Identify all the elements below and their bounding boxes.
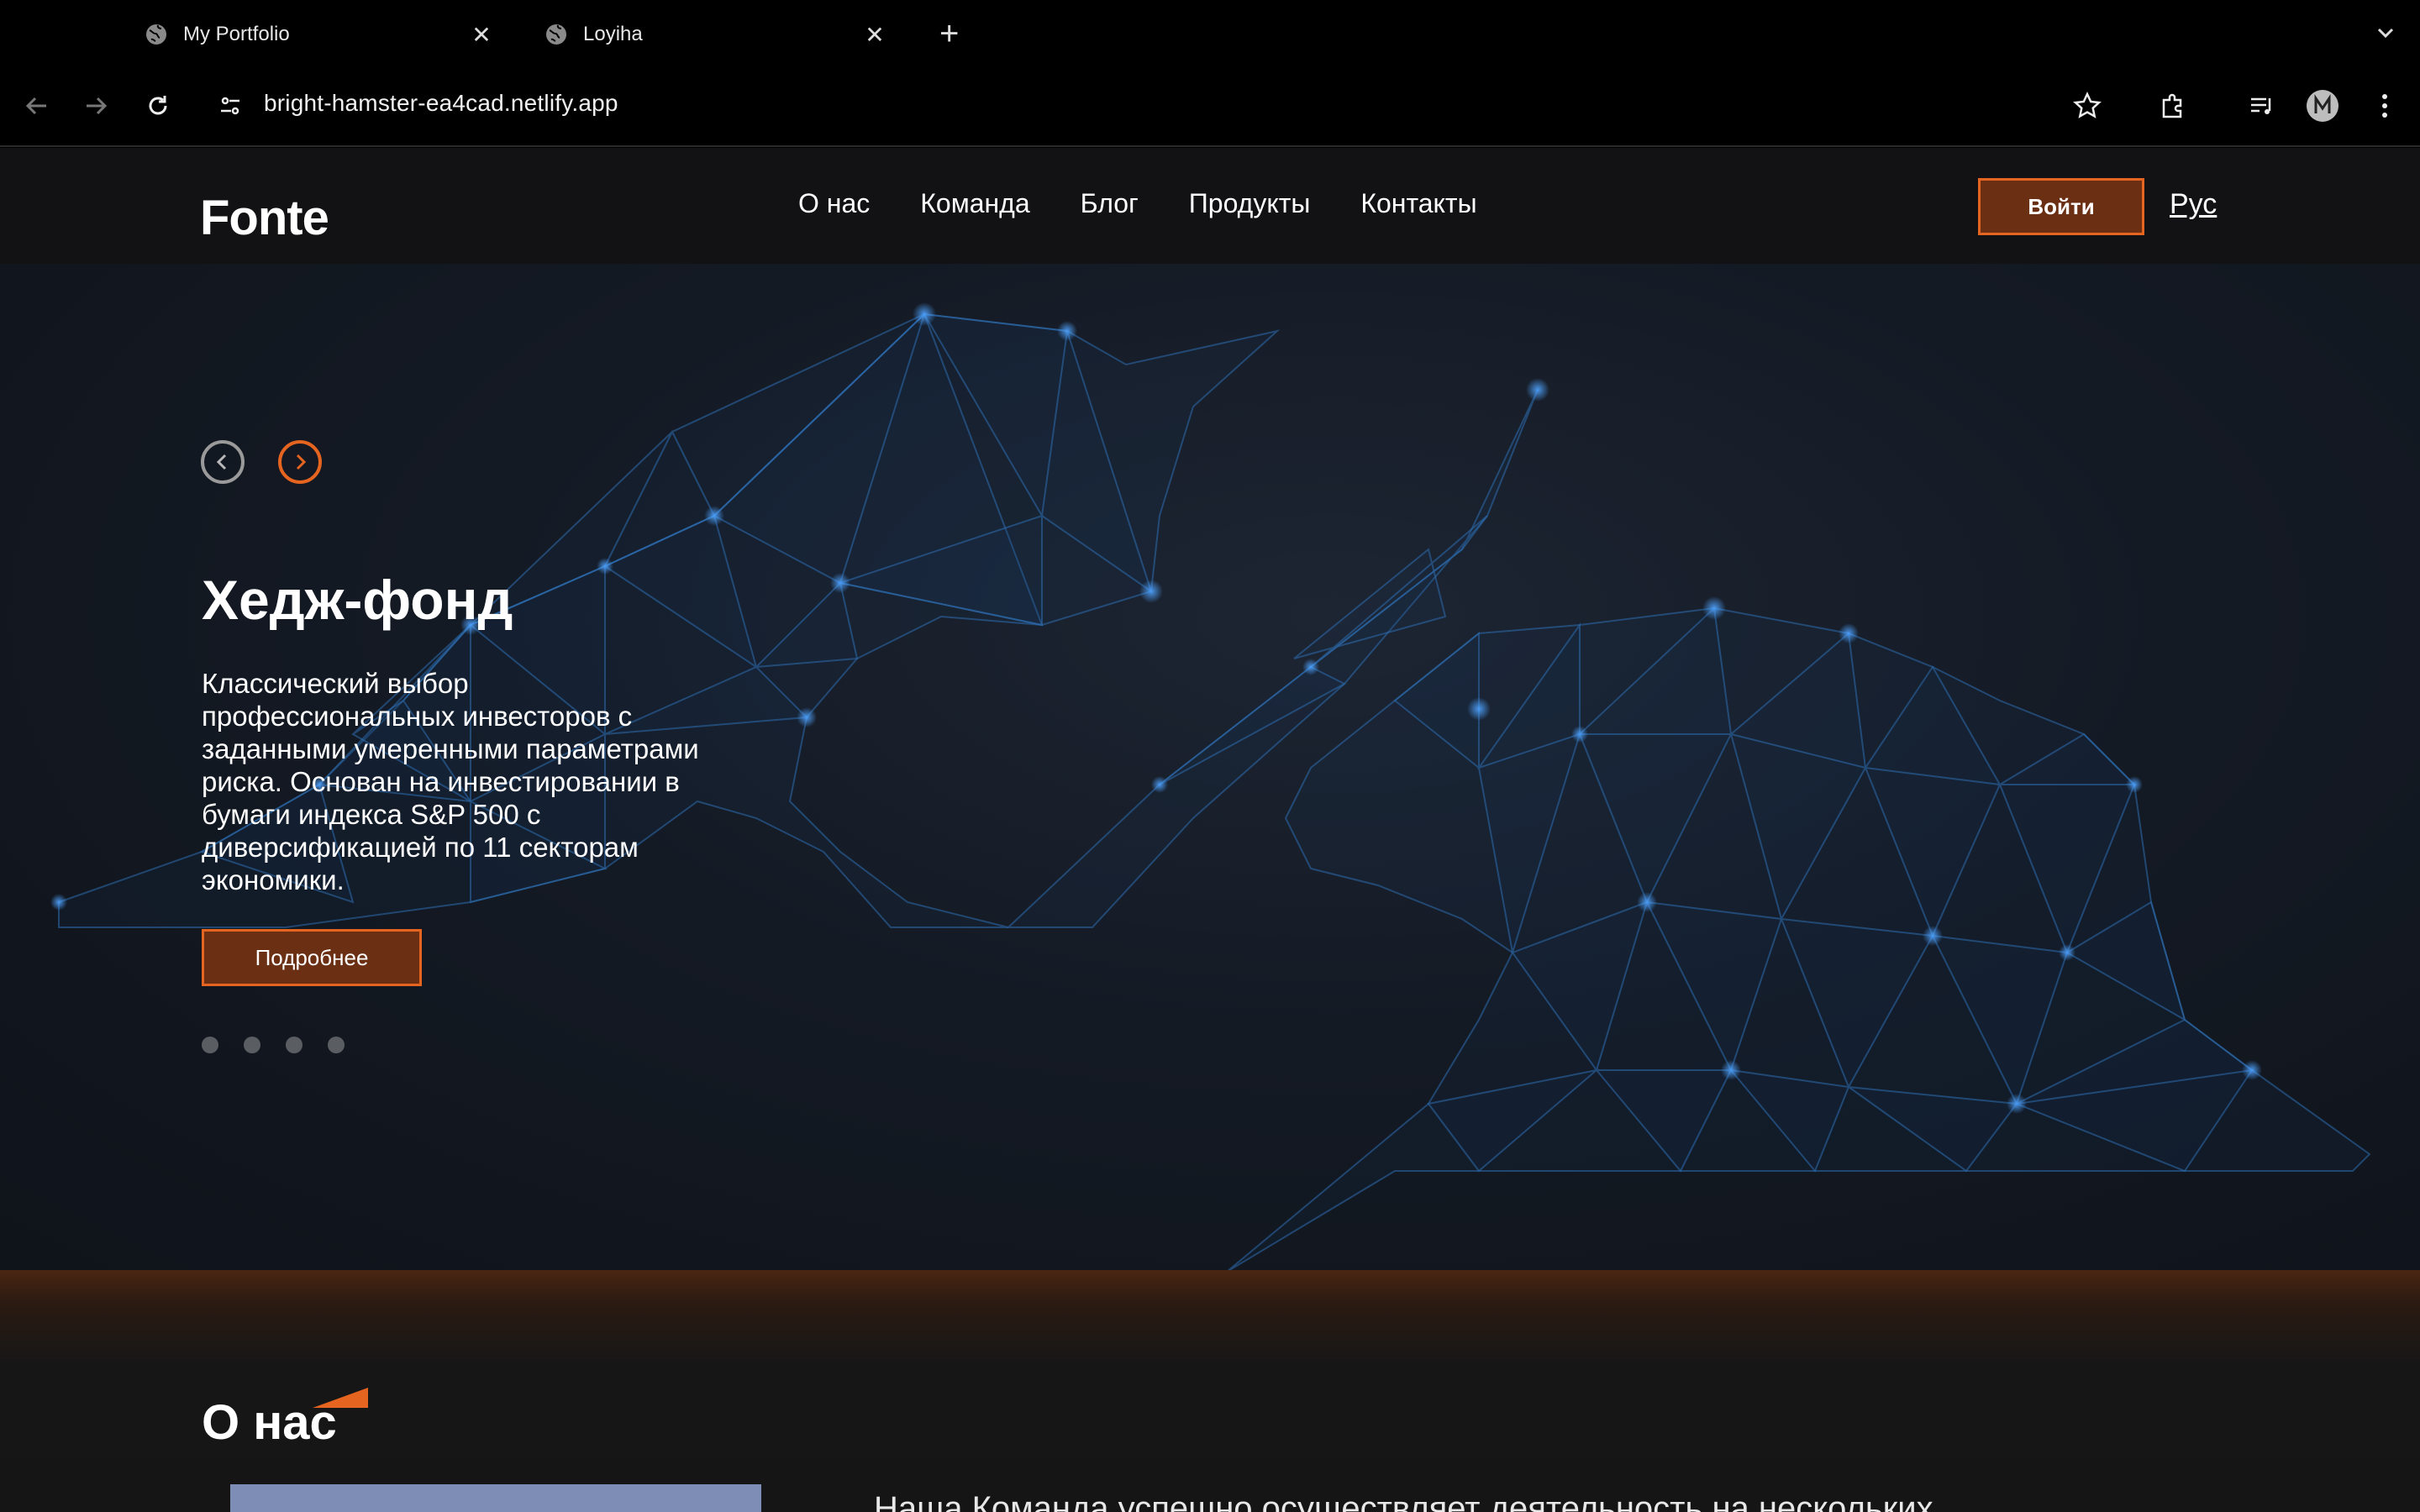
chevron-right-icon [296, 454, 307, 470]
browser-toolbar: bright-hamster-ea4cad.netlify.app [0, 67, 2420, 147]
about-image [230, 1484, 761, 1512]
hero-title: Хедж-фонд [202, 569, 513, 631]
slider-dot[interactable] [328, 1037, 345, 1053]
profile-avatar-icon[interactable] [2306, 89, 2339, 123]
nav-link-products[interactable]: Продукты [1189, 188, 1311, 219]
globe-icon [546, 24, 566, 45]
new-tab-button[interactable]: + [939, 15, 959, 52]
tab-title: My Portfolio [183, 23, 290, 45]
chevron-left-icon [216, 454, 227, 470]
about-title: О нас [202, 1395, 337, 1450]
nav-link-about[interactable]: О нас [798, 188, 870, 219]
back-icon[interactable] [20, 89, 54, 123]
about-section: О нас Наша Команда успешно осуществляет … [0, 1270, 2420, 1512]
forward-icon[interactable] [79, 89, 113, 123]
about-text: Наша Команда успешно осуществляет деятел… [874, 1490, 1933, 1512]
reload-icon[interactable] [141, 89, 175, 123]
browser-tab-loyiha[interactable]: Loyiha ✕ [544, 12, 887, 57]
slider-dot[interactable] [202, 1037, 218, 1053]
media-controls-icon[interactable] [2245, 89, 2279, 123]
login-button[interactable]: Войти [1978, 178, 2144, 235]
slider-pagination [202, 1037, 345, 1053]
language-switch[interactable]: Рус [2170, 188, 2217, 221]
more-menu-icon[interactable] [2368, 89, 2402, 123]
browser-tab-bar: My Portfolio ✕ Loyiha ✕ + [0, 0, 2420, 67]
tab-title: Loyiha [583, 23, 643, 45]
bookmark-star-icon[interactable] [2070, 89, 2104, 123]
site-header: Fonte О нас Команда Блог Продукты Контак… [0, 148, 2420, 264]
logo[interactable]: Fonte [200, 175, 368, 245]
close-tab-icon[interactable]: ✕ [862, 21, 887, 49]
slider-next-button[interactable] [278, 440, 322, 484]
hero-slider: Хедж-фонд Классический выбор профессиона… [0, 264, 2420, 1270]
close-tab-icon[interactable]: ✕ [469, 21, 494, 49]
site-info-icon[interactable] [213, 89, 247, 123]
slider-dot[interactable] [244, 1037, 260, 1053]
nav-link-blog[interactable]: Блог [1081, 188, 1139, 219]
slider-dot[interactable] [286, 1037, 302, 1053]
nav-link-team[interactable]: Команда [920, 188, 1029, 219]
address-bar[interactable]: bright-hamster-ea4cad.netlify.app [264, 90, 618, 117]
more-button[interactable]: Подробнее [202, 929, 422, 986]
nav-link-contacts[interactable]: Контакты [1360, 188, 1476, 219]
browser-tab-my-portfolio[interactable]: My Portfolio ✕ [145, 12, 494, 57]
chevron-down-icon[interactable] [2375, 22, 2396, 44]
slider-prev-button[interactable] [201, 440, 245, 484]
extensions-icon[interactable] [2156, 89, 2190, 123]
hero-description: Классический выбор профессиональных инве… [202, 668, 699, 895]
globe-icon [146, 24, 166, 45]
logo-text: Fonte [200, 191, 329, 245]
main-nav: О нас Команда Блог Продукты Контакты [798, 188, 1477, 219]
